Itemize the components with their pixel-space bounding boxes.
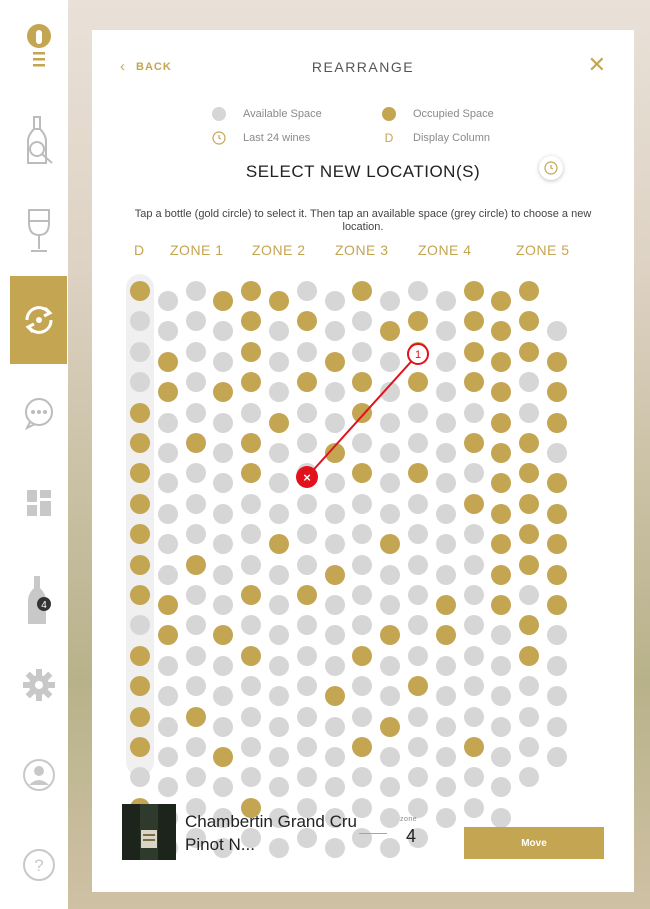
- sidebar: 4 ?: [0, 0, 68, 909]
- wine-glass-icon: [27, 209, 50, 252]
- bottle-icon: 4: [27, 576, 51, 624]
- sidebar-item-bottles[interactable]: 4: [10, 568, 67, 634]
- grid-icon: [26, 490, 51, 516]
- zone-caption: zone: [400, 816, 418, 823]
- sidebar-item-help[interactable]: ?: [10, 832, 67, 898]
- gear-icon: [22, 669, 55, 701]
- sidebar-item-settings[interactable]: [10, 652, 67, 718]
- help-icon: ?: [22, 849, 55, 881]
- user-icon: [22, 759, 55, 791]
- bottle-search-icon: [26, 116, 53, 164]
- available-slot[interactable]: [491, 807, 512, 828]
- sidebar-item-tasting[interactable]: [10, 198, 67, 264]
- sidebar-item-dashboard[interactable]: [10, 470, 67, 536]
- arrow-right-icon: [359, 833, 387, 834]
- svg-text:?: ?: [34, 856, 43, 875]
- wine-bottle-thumbnail: [122, 804, 176, 860]
- move-button[interactable]: Move: [464, 827, 604, 859]
- wine-name: Chambertin Grand Cru Pinot N...: [185, 812, 357, 854]
- available-slot[interactable]: [463, 797, 484, 818]
- sidebar-item-cellar[interactable]: [10, 108, 67, 174]
- rearrange-icon: [24, 306, 53, 334]
- sidebar-item-rearrange[interactable]: [10, 276, 67, 364]
- chat-icon: [24, 398, 53, 430]
- sidebar-item-chat[interactable]: [10, 380, 67, 446]
- zone-value: 4: [406, 826, 417, 846]
- move-path-overlay: 1 ×: [296, 343, 429, 488]
- bottle-count-badge: 4: [41, 600, 47, 611]
- available-slot[interactable]: [408, 797, 428, 818]
- rearrange-panel: ‹ BACK REARRANGE ✕ Available Space Occup…: [92, 30, 634, 892]
- available-slot[interactable]: [435, 807, 456, 828]
- source-marker-label: 1: [415, 349, 421, 361]
- available-slot[interactable]: [380, 807, 401, 828]
- wine-menu-icon: [26, 24, 51, 67]
- menu-logo-button[interactable]: [10, 18, 67, 78]
- target-marker-label: ×: [303, 470, 311, 485]
- available-slot[interactable]: [380, 838, 401, 859]
- sidebar-item-profile[interactable]: [10, 742, 67, 808]
